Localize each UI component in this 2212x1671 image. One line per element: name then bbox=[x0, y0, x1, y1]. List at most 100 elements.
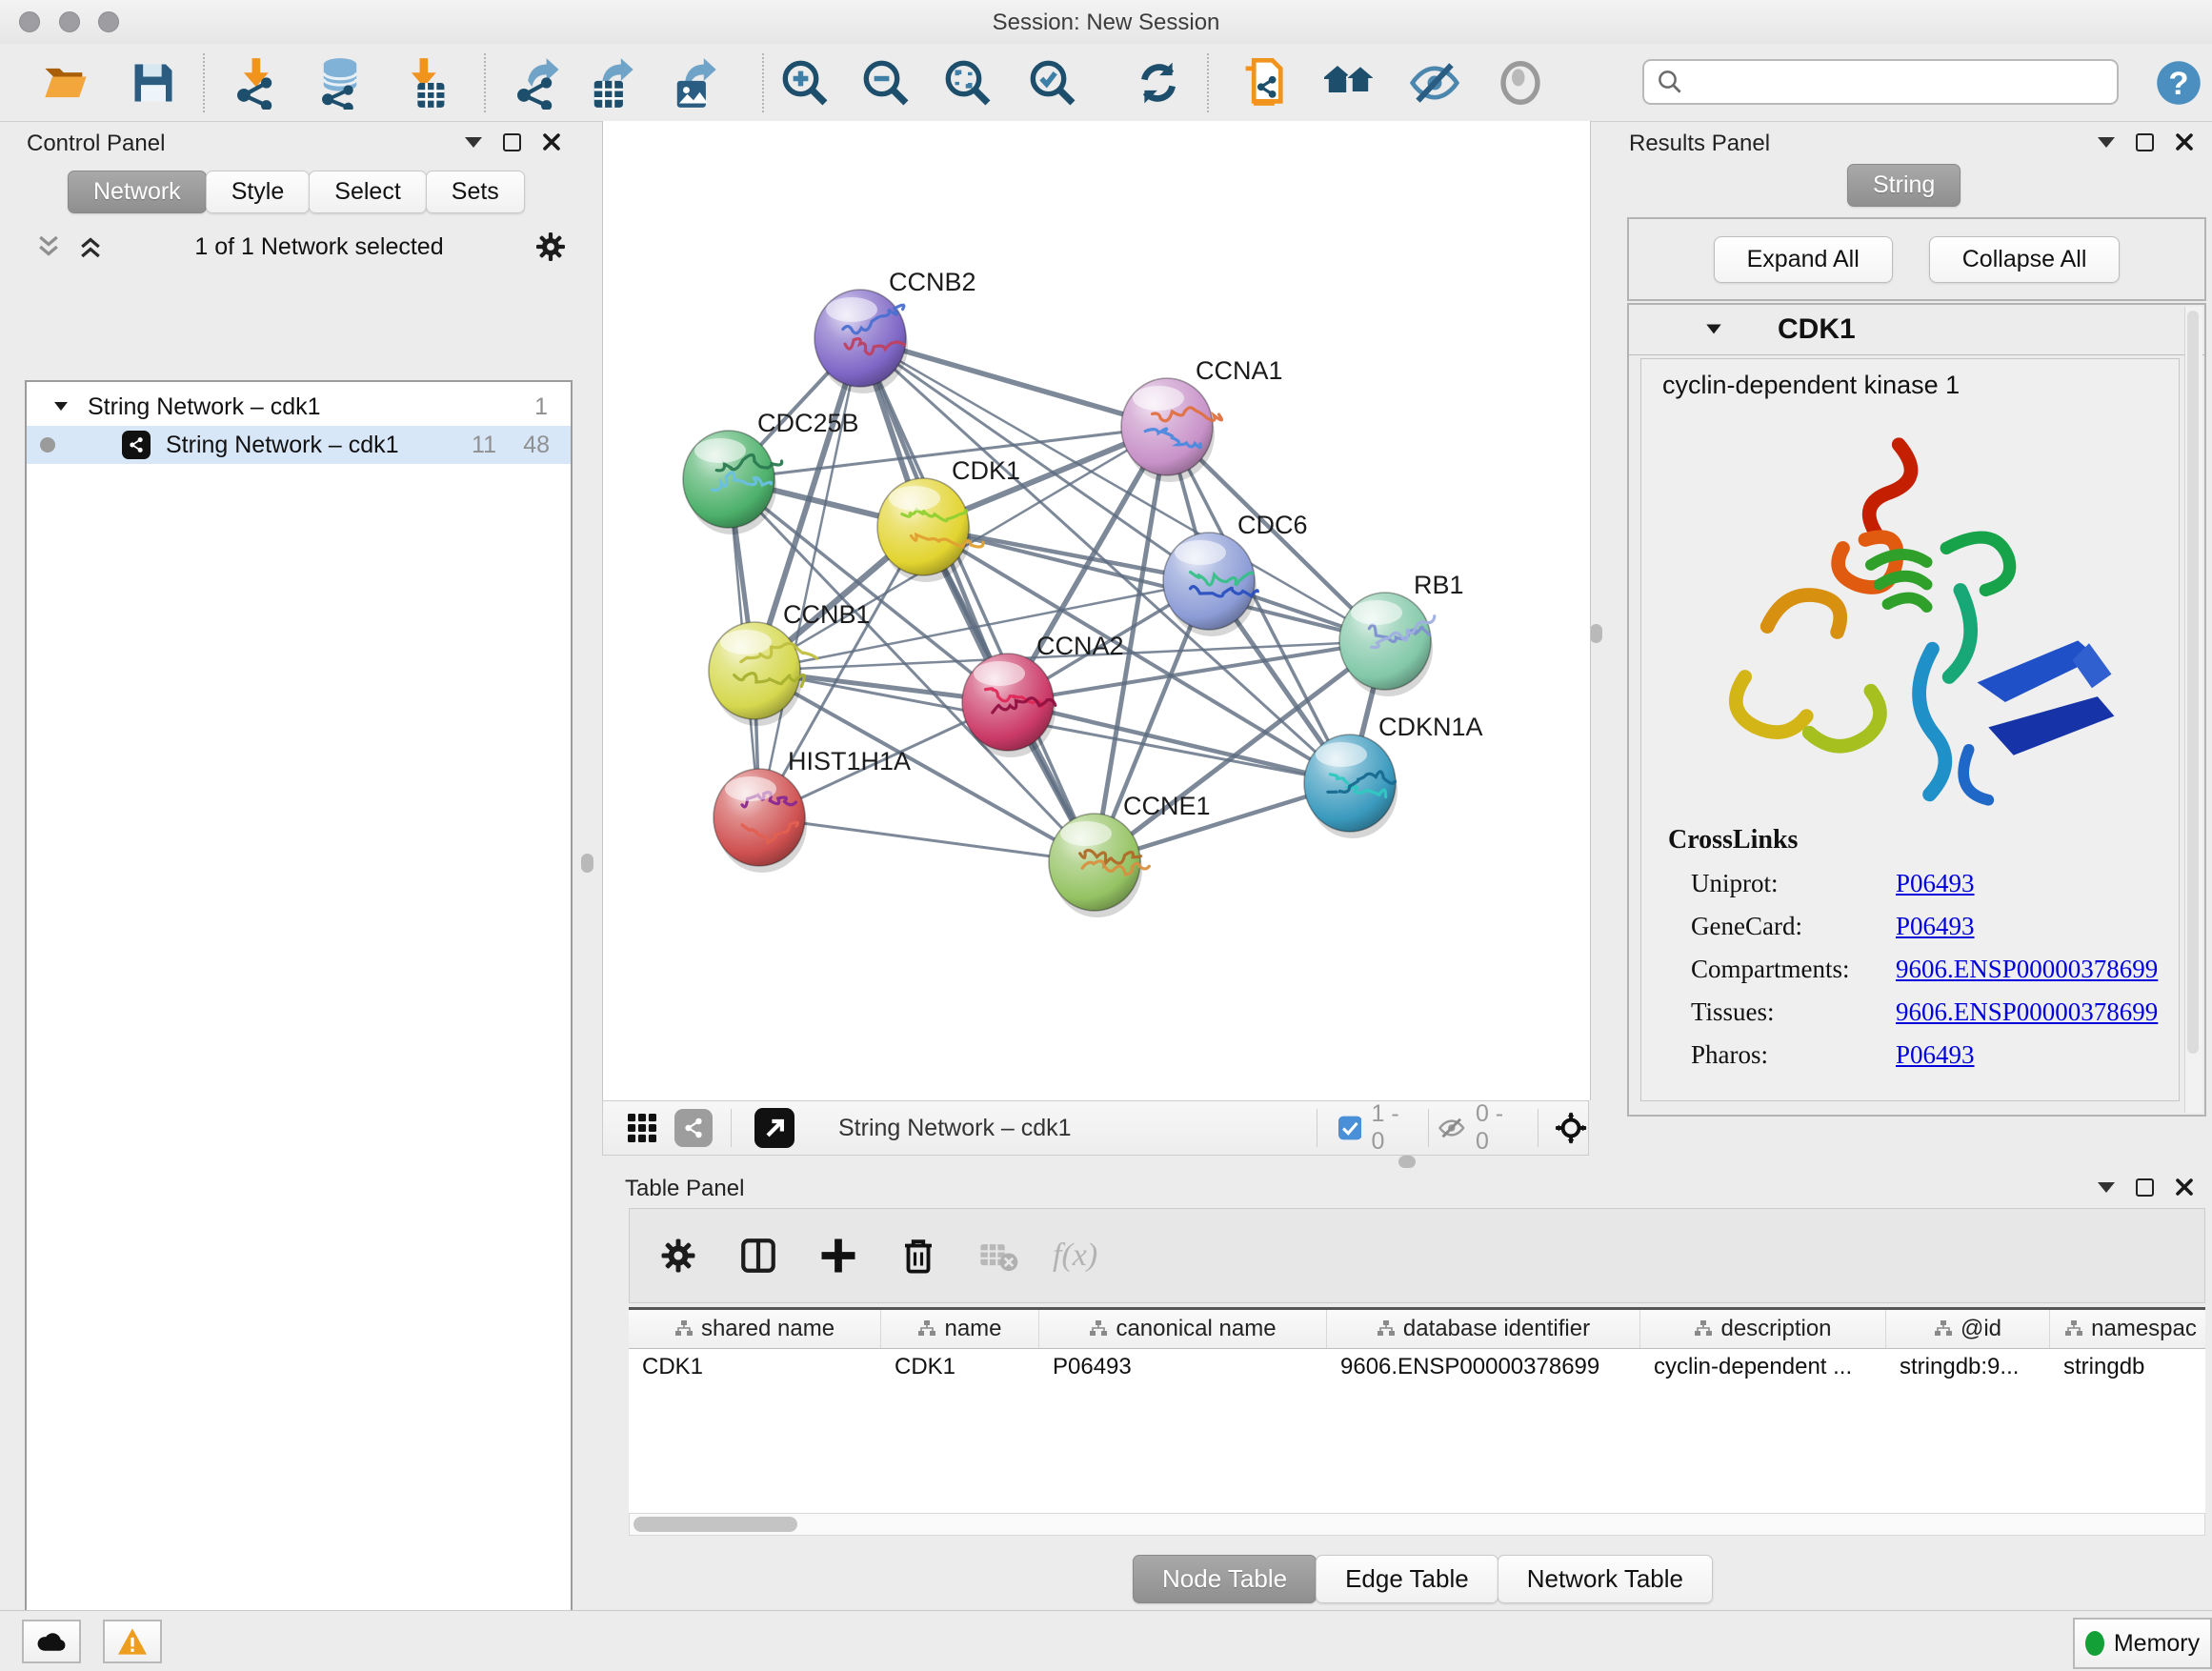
zoom-selected-button[interactable] bbox=[1021, 51, 1084, 114]
collapse-all-icon[interactable] bbox=[34, 232, 63, 261]
node-label-CDK1: CDK1 bbox=[952, 456, 1020, 485]
zoom-fit-button[interactable] bbox=[936, 51, 999, 114]
export-table-button[interactable] bbox=[579, 51, 642, 114]
save-session-button[interactable] bbox=[122, 51, 185, 114]
network-edge-HIST1H1A-CCNE1[interactable] bbox=[759, 817, 1095, 862]
network-node-CCNB2[interactable] bbox=[814, 290, 908, 393]
network-node-CDK1[interactable] bbox=[877, 478, 983, 582]
float-panel-icon[interactable] bbox=[2098, 1182, 2115, 1193]
save-icon bbox=[129, 58, 178, 108]
network-view-canvas[interactable]: CCNB2CCNA1CDC25BCDK1CDC6RB1CCNB1CCNA2CDK… bbox=[602, 121, 1591, 1100]
crosslink-link[interactable]: P06493 bbox=[1896, 869, 1975, 898]
show-columns-button[interactable] bbox=[733, 1230, 784, 1281]
detach-view-button[interactable] bbox=[749, 1102, 800, 1154]
warnings-button[interactable] bbox=[103, 1620, 162, 1663]
toolbar-separator bbox=[484, 53, 486, 112]
column-header-canonical-name[interactable]: canonical name bbox=[1039, 1310, 1327, 1348]
hide-show-panels-button[interactable] bbox=[1403, 51, 1466, 114]
close-panel-icon[interactable] bbox=[2175, 132, 2194, 151]
results-scrollbar[interactable] bbox=[2184, 307, 2202, 1113]
scrollbar-thumb[interactable] bbox=[633, 1517, 797, 1532]
delete-column-button[interactable] bbox=[893, 1230, 944, 1281]
left-splitter-handle[interactable] bbox=[581, 854, 593, 873]
maximize-panel-icon[interactable] bbox=[2136, 1178, 2154, 1197]
search-input[interactable] bbox=[1684, 68, 2117, 96]
gene-section-header[interactable]: CDK1 bbox=[1629, 305, 2204, 355]
network-node-RB1[interactable] bbox=[1339, 593, 1435, 696]
open-session-button[interactable] bbox=[34, 51, 97, 114]
section-collapse-icon[interactable] bbox=[1703, 319, 1724, 340]
fit-content-crosshair-icon[interactable] bbox=[1554, 1107, 1588, 1149]
refresh-button[interactable] bbox=[1127, 51, 1190, 114]
network-node-CDC6[interactable] bbox=[1163, 533, 1257, 636]
search-field[interactable] bbox=[1642, 59, 2119, 105]
column-header-namespac[interactable]: namespac bbox=[2050, 1310, 2205, 1348]
zoom-in-button[interactable] bbox=[774, 51, 836, 114]
tab-sets[interactable]: Sets bbox=[426, 171, 525, 213]
expand-all-button[interactable]: Expand All bbox=[1714, 236, 1893, 283]
expand-all-icon[interactable] bbox=[76, 232, 105, 261]
close-panel-icon[interactable] bbox=[542, 132, 561, 151]
collection-expand-icon[interactable] bbox=[51, 397, 70, 416]
network-edge-CCNB2-CCNE1[interactable] bbox=[860, 338, 1095, 862]
gene-name: CDK1 bbox=[1778, 313, 1856, 346]
maximize-panel-icon[interactable] bbox=[2136, 133, 2154, 151]
share-session-button[interactable] bbox=[1233, 51, 1296, 114]
column-header-database-identifier[interactable]: database identifier bbox=[1327, 1310, 1640, 1348]
string-network-graph[interactable]: CCNB2CCNA1CDC25BCDK1CDC6RB1CCNB1CCNA2CDK… bbox=[603, 121, 1590, 1100]
network-row[interactable]: String Network – cdk1 11 48 bbox=[27, 426, 571, 464]
import-network-button[interactable] bbox=[227, 51, 290, 114]
tab-network-table[interactable]: Network Table bbox=[1498, 1555, 1713, 1603]
close-panel-icon[interactable] bbox=[2175, 1178, 2194, 1197]
crosslink-link[interactable]: P06493 bbox=[1896, 912, 1975, 941]
results-buttons-box: Expand All Collapse All bbox=[1627, 217, 2206, 301]
results-scrollbar-thumb[interactable] bbox=[2187, 311, 2199, 1054]
import-network-from-database-button[interactable] bbox=[309, 51, 372, 114]
crosslink-link[interactable]: 9606.ENSP00000378699 bbox=[1896, 997, 2158, 1027]
float-panel-icon[interactable] bbox=[465, 137, 482, 148]
import-table-button[interactable] bbox=[394, 51, 457, 114]
export-table-icon bbox=[584, 56, 637, 110]
export-network-button[interactable] bbox=[507, 51, 570, 114]
network-node-CCNA2[interactable] bbox=[962, 654, 1056, 757]
network-options-gear-icon[interactable] bbox=[533, 230, 568, 264]
network-node-CCNB1[interactable] bbox=[709, 622, 817, 726]
crosslink-link[interactable]: P06493 bbox=[1896, 1040, 1975, 1070]
column-header-name[interactable]: name bbox=[881, 1310, 1039, 1348]
help-button[interactable]: ? bbox=[2147, 51, 2210, 114]
network-node-CDKN1A[interactable] bbox=[1304, 735, 1398, 838]
tab-edge-table[interactable]: Edge Table bbox=[1316, 1555, 1498, 1603]
network-edge-CCNA2-CDKN1A[interactable] bbox=[1008, 702, 1350, 783]
column-header-description[interactable]: description bbox=[1640, 1310, 1886, 1348]
tab-string[interactable]: String bbox=[1847, 164, 1961, 207]
home-layouts-button[interactable] bbox=[1317, 51, 1380, 114]
table-row[interactable]: CDK1CDK1P064939606.ENSP00000378699cyclin… bbox=[629, 1349, 2205, 1385]
table-settings-button[interactable] bbox=[653, 1230, 704, 1281]
network-collection-row[interactable]: String Network – cdk1 1 bbox=[27, 388, 571, 426]
export-image-button[interactable] bbox=[662, 51, 725, 114]
collapse-all-button[interactable]: Collapse All bbox=[1929, 236, 2121, 283]
network-node-HIST1H1A[interactable] bbox=[714, 769, 807, 873]
tab-select[interactable]: Select bbox=[309, 171, 426, 213]
crosslink-link[interactable]: 9606.ENSP00000378699 bbox=[1896, 955, 2158, 984]
network-share-view-button[interactable] bbox=[668, 1102, 719, 1154]
table-horizontal-scrollbar[interactable] bbox=[629, 1513, 2205, 1536]
tab-node-table[interactable]: Node Table bbox=[1133, 1555, 1317, 1603]
cloud-button[interactable] bbox=[22, 1620, 81, 1663]
maximize-panel-icon[interactable] bbox=[503, 133, 521, 151]
tab-style[interactable]: Style bbox=[206, 171, 311, 213]
create-column-button[interactable] bbox=[813, 1230, 864, 1281]
float-panel-icon[interactable] bbox=[2098, 137, 2115, 148]
column-header-shared-name[interactable]: shared name bbox=[629, 1310, 881, 1348]
grid-view-button[interactable] bbox=[616, 1102, 668, 1154]
zoom-out-button[interactable] bbox=[855, 51, 917, 114]
show-graphics-details-button[interactable] bbox=[1489, 51, 1552, 114]
memory-button[interactable]: Memory bbox=[2073, 1618, 2212, 1669]
tab-network[interactable]: Network bbox=[68, 171, 207, 213]
column-header-@id[interactable]: @id bbox=[1886, 1310, 2050, 1348]
node-label-CCNB2: CCNB2 bbox=[889, 268, 976, 296]
selected-checkbox-icon[interactable] bbox=[1338, 1114, 1362, 1142]
horizontal-splitter-handle[interactable] bbox=[1398, 1156, 1416, 1168]
right-splitter-handle[interactable] bbox=[1590, 624, 1602, 643]
plus-icon bbox=[818, 1236, 858, 1276]
